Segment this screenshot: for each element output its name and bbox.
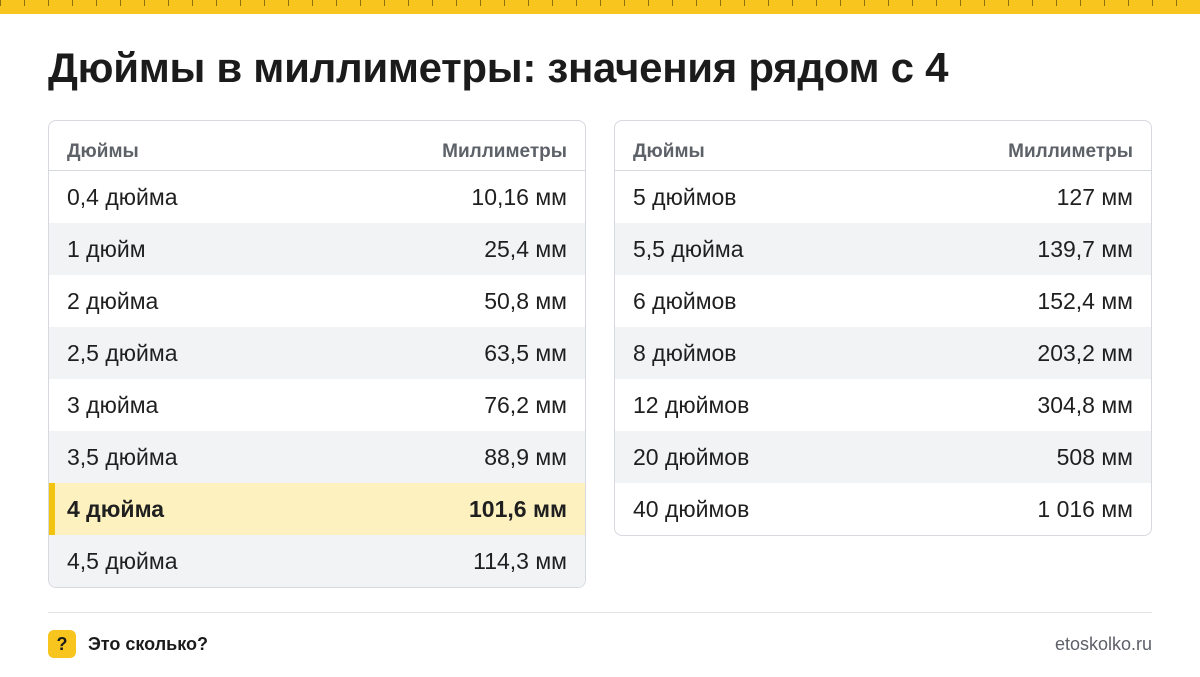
column-header-mm: Миллиметры: [442, 141, 567, 162]
table-row: 5 дюймов 127 мм: [615, 171, 1151, 223]
page-title: Дюймы в миллиметры: значения рядом с 4: [48, 44, 949, 91]
table-row: 2 дюйма 50,8 мм: [49, 275, 585, 327]
cell-inches: 1 дюйм: [67, 235, 146, 262]
cell-inches: 40 дюймов: [633, 495, 750, 522]
table-row: 3 дюйма 76,2 мм: [49, 379, 585, 431]
cell-inches: 3 дюйма: [67, 391, 159, 418]
cell-mm: 508 мм: [1056, 443, 1133, 470]
table-header: Дюймы Миллиметры: [615, 121, 1151, 171]
cell-mm: 152,4 мм: [1037, 287, 1133, 314]
table-row-highlighted: 4 дюйма 101,6 мм: [49, 483, 585, 535]
cell-inches: 3,5 дюйма: [67, 443, 178, 470]
ruler-strip: [0, 0, 1200, 14]
cell-mm: 203,2 мм: [1037, 339, 1133, 366]
table-row: 1 дюйм 25,4 мм: [49, 223, 585, 275]
cell-inches: 6 дюймов: [633, 287, 737, 314]
cell-inches: 4,5 дюйма: [67, 547, 178, 574]
table-row: 6 дюймов 152,4 мм: [615, 275, 1151, 327]
cell-mm: 1 016 мм: [1037, 495, 1133, 522]
table-row: 20 дюймов 508 мм: [615, 431, 1151, 483]
table-header: Дюймы Миллиметры: [49, 121, 585, 171]
cell-mm: 101,6 мм: [469, 495, 567, 522]
table-row: 3,5 дюйма 88,9 мм: [49, 431, 585, 483]
conversion-table-left: Дюймы Миллиметры 0,4 дюйма 10,16 мм 1 дю…: [48, 120, 586, 588]
cell-mm: 114,3 мм: [473, 547, 567, 574]
cell-inches: 2,5 дюйма: [67, 339, 178, 366]
cell-inches: 5,5 дюйма: [633, 235, 744, 262]
column-header-mm: Миллиметры: [1008, 141, 1133, 162]
cell-inches: 5 дюймов: [633, 183, 737, 210]
cell-mm: 50,8 мм: [484, 287, 567, 314]
site-url: etoskolko.ru: [1054, 634, 1152, 654]
cell-inches: 20 дюймов: [633, 443, 750, 470]
table-row: 12 дюймов 304,8 мм: [615, 379, 1151, 431]
table-row: 40 дюймов 1 016 мм: [615, 483, 1151, 535]
table-row: 5,5 дюйма 139,7 мм: [615, 223, 1151, 275]
column-header-inches: Дюймы: [67, 141, 139, 162]
cell-mm: 139,7 мм: [1037, 235, 1133, 262]
table-row: 4,5 дюйма 114,3 мм: [49, 535, 585, 587]
brand-name: Это сколько?: [88, 633, 208, 654]
cell-inches: 12 дюймов: [633, 391, 750, 418]
question-mark-icon: ?: [48, 630, 76, 658]
cell-mm: 88,9 мм: [484, 443, 567, 470]
table-row: 0,4 дюйма 10,16 мм: [49, 171, 585, 223]
table-row: 2,5 дюйма 63,5 мм: [49, 327, 585, 379]
table-row: 8 дюймов 203,2 мм: [615, 327, 1151, 379]
cell-mm: 25,4 мм: [484, 235, 567, 262]
cell-inches: 0,4 дюйма: [67, 183, 178, 210]
cell-inches: 4 дюйма: [67, 495, 165, 522]
cell-mm: 304,8 мм: [1037, 391, 1133, 418]
cell-mm: 10,16 мм: [471, 183, 567, 210]
cell-inches: 2 дюйма: [67, 287, 159, 314]
footer-divider: [48, 612, 1152, 613]
column-header-inches: Дюймы: [633, 141, 705, 162]
cell-mm: 63,5 мм: [484, 339, 567, 366]
cell-mm: 127 мм: [1056, 183, 1133, 210]
cell-mm: 76,2 мм: [484, 391, 567, 418]
brand: ? Это сколько?: [48, 630, 208, 658]
conversion-table-right: Дюймы Миллиметры 5 дюймов 127 мм 5,5 дюй…: [614, 120, 1152, 536]
cell-inches: 8 дюймов: [633, 339, 737, 366]
